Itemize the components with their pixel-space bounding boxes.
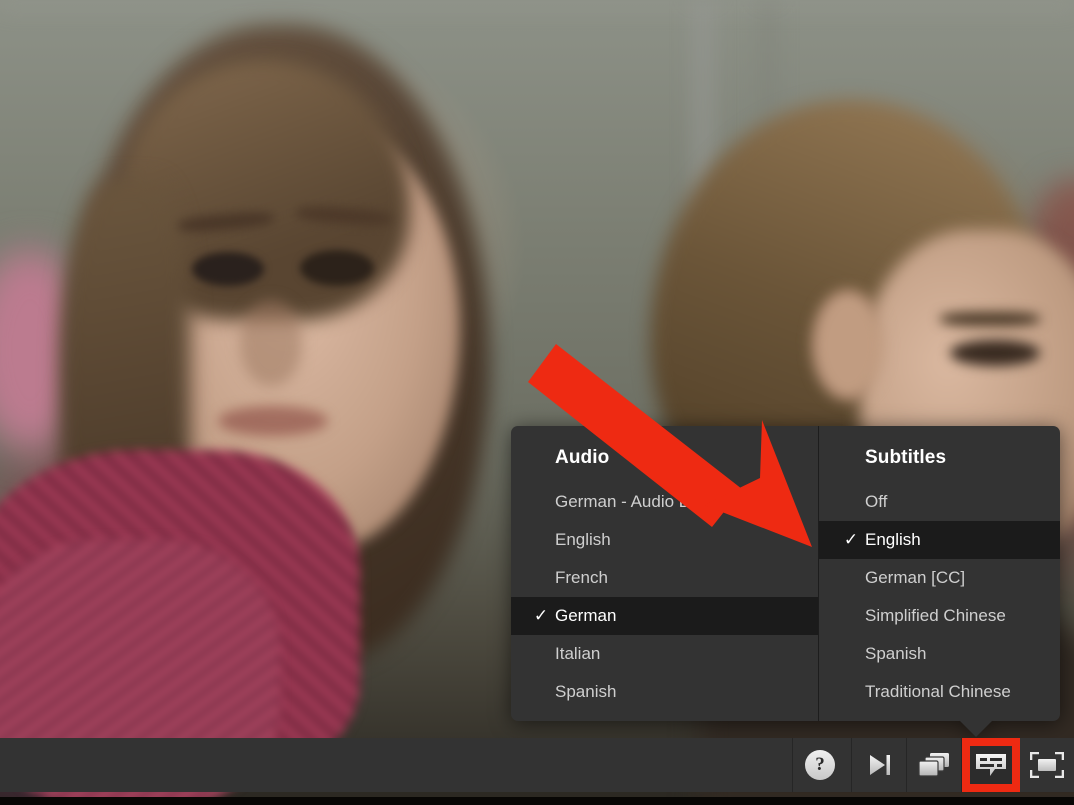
subtitles-option-label: Off <box>865 491 888 511</box>
subtitles-panel-title: Subtitles <box>865 447 947 468</box>
audio-option-label: Italian <box>555 643 601 663</box>
scene-person-left-eye-left <box>192 252 264 286</box>
subtitles-option-label: Spanish <box>865 643 927 663</box>
help-button[interactable]: ? <box>793 738 847 792</box>
audio-option-label: Spanish <box>555 681 617 701</box>
subtitles-option-english[interactable]: ✓ English <box>819 520 1060 559</box>
closed-captions-icon <box>976 754 1006 776</box>
player-control-bar: ? <box>0 738 1074 792</box>
stacked-windows-icon <box>918 753 949 777</box>
scene-person-right-brow <box>940 312 1040 326</box>
scene-background-blur <box>0 0 1074 10</box>
audio-option-english[interactable]: English <box>511 521 818 559</box>
audio-option-label: German <box>555 605 617 625</box>
audio-and-subtitles-popup: Audio German - Audio Description English… <box>511 426 1060 737</box>
subtitles-option-list: Off ✓ English German [CC] Simplified Chi… <box>819 483 1060 711</box>
subtitles-panel: Subtitles Off ✓ English German [CC] Simp… <box>818 426 1060 737</box>
subtitles-button[interactable] <box>962 738 1020 792</box>
subtitles-button-inner <box>970 746 1012 784</box>
skip-forward-icon <box>870 755 890 775</box>
audio-option-german-audio-description[interactable]: German - Audio Description <box>511 483 818 521</box>
audio-option-label: English <box>555 529 611 549</box>
audio-option-label: German - Audio Description <box>555 491 764 511</box>
scene-person-left-nose <box>240 300 302 386</box>
subtitles-option-label: German [CC] <box>865 567 966 587</box>
fullscreen-icon <box>1030 752 1064 778</box>
audio-option-italian[interactable]: Italian <box>511 635 818 673</box>
scene-person-right-ear <box>812 290 884 400</box>
subtitles-option-label: English <box>865 529 921 549</box>
audio-option-list: German - Audio Description English Frenc… <box>511 483 818 711</box>
scene-person-right-eye <box>950 340 1040 366</box>
subtitles-option-spanish[interactable]: Spanish <box>819 635 1060 673</box>
audio-panel: Audio German - Audio Description English… <box>511 426 818 721</box>
video-player-screen: Audio German - Audio Description English… <box>0 0 1074 805</box>
audio-option-label: French <box>555 567 608 587</box>
popup-pointer-tail <box>959 719 993 737</box>
subtitles-option-label: Traditional Chinese <box>865 681 1011 701</box>
subtitles-option-german-cc[interactable]: German [CC] <box>819 559 1060 597</box>
next-episode-button[interactable] <box>852 738 906 792</box>
subtitles-option-simplified-chinese[interactable]: Simplified Chinese <box>819 597 1060 635</box>
audio-panel-title: Audio <box>555 447 610 468</box>
scene-person-left-eye-right <box>300 250 374 286</box>
subtitles-option-traditional-chinese[interactable]: Traditional Chinese <box>819 673 1060 711</box>
episodes-button[interactable] <box>907 738 961 792</box>
checkmark-icon: ✓ <box>533 605 549 625</box>
checkmark-icon: ✓ <box>843 529 859 549</box>
letterbox-bottom-edge <box>0 797 1074 805</box>
audio-option-spanish[interactable]: Spanish <box>511 673 818 711</box>
audio-option-french[interactable]: French <box>511 559 818 597</box>
subtitles-option-off[interactable]: Off <box>819 483 1060 521</box>
subtitles-option-label: Simplified Chinese <box>865 605 1006 625</box>
scene-person-left-lips <box>218 406 328 436</box>
audio-option-german[interactable]: ✓ German <box>511 596 818 635</box>
question-mark-icon: ? <box>805 750 835 780</box>
fullscreen-button[interactable] <box>1020 738 1074 792</box>
